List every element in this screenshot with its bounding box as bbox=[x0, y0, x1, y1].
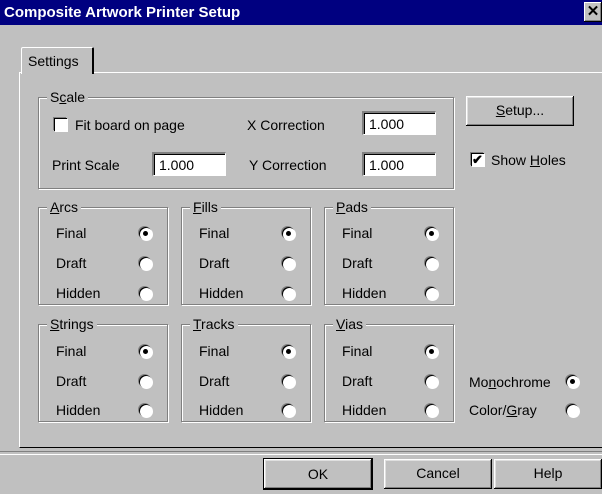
show-holes-label: Show Holes bbox=[491, 152, 566, 168]
arcs-draft-label: Draft bbox=[56, 255, 87, 271]
show-holes-checkbox[interactable]: ✔ bbox=[471, 153, 484, 166]
pads-draft-label: Draft bbox=[342, 255, 373, 271]
vias-draft-label: Draft bbox=[342, 373, 373, 389]
pads-final-radio[interactable] bbox=[425, 227, 438, 240]
fills-hidden-label: Hidden bbox=[199, 285, 244, 301]
tab-settings-label: Settings bbox=[28, 53, 79, 69]
vias-draft-radio[interactable] bbox=[425, 375, 438, 388]
ok-button[interactable]: OK bbox=[263, 458, 373, 490]
arcs-final-radio[interactable] bbox=[139, 227, 152, 240]
tracks-draft-label: Draft bbox=[199, 373, 230, 389]
monochrome-radio[interactable] bbox=[566, 375, 579, 388]
colorgray-label: Color/Gray bbox=[469, 402, 537, 418]
title-bar[interactable]: Composite Artwork Printer Setup ✕ bbox=[0, 0, 602, 25]
help-button[interactable]: Help bbox=[494, 459, 602, 489]
x-correction-label: X Correction bbox=[247, 117, 325, 133]
arcs-hidden-label: Hidden bbox=[56, 285, 101, 301]
pads-hidden-label: Hidden bbox=[342, 285, 387, 301]
colorgray-radio[interactable] bbox=[566, 404, 579, 417]
print-scale-label: Print Scale bbox=[52, 157, 120, 173]
scale-legend: Scale bbox=[47, 89, 89, 105]
tracks-hidden-label: Hidden bbox=[199, 402, 244, 418]
vias-final-radio[interactable] bbox=[425, 345, 438, 358]
strings-hidden-radio[interactable] bbox=[139, 404, 152, 417]
window-title: Composite Artwork Printer Setup bbox=[4, 4, 241, 21]
fills-final-label: Final bbox=[199, 225, 230, 241]
footer-separator bbox=[0, 451, 602, 455]
tracks-hidden-radio[interactable] bbox=[282, 404, 295, 417]
arcs-draft-radio[interactable] bbox=[139, 257, 152, 270]
fills-draft-radio[interactable] bbox=[282, 257, 295, 270]
monochrome-label: Monochrome bbox=[469, 374, 551, 390]
strings-draft-radio[interactable] bbox=[139, 375, 152, 388]
close-icon: ✕ bbox=[586, 3, 600, 20]
strings-final-radio[interactable] bbox=[139, 345, 152, 358]
vias-hidden-label: Hidden bbox=[342, 402, 387, 418]
tracks-final-label: Final bbox=[199, 343, 230, 359]
strings-hidden-label: Hidden bbox=[56, 402, 101, 418]
fills-final-radio[interactable] bbox=[282, 227, 295, 240]
fills-draft-label: Draft bbox=[199, 255, 230, 271]
arcs-hidden-radio[interactable] bbox=[139, 287, 152, 300]
dialog-window: Composite Artwork Printer Setup ✕ Settin… bbox=[0, 0, 602, 494]
fills-hidden-radio[interactable] bbox=[282, 287, 295, 300]
strings-draft-label: Draft bbox=[56, 373, 87, 389]
strings-final-label: Final bbox=[56, 343, 87, 359]
y-correction-input[interactable]: 1.000 bbox=[362, 152, 436, 176]
fit-board-label: Fit board on page bbox=[75, 117, 185, 133]
pads-draft-radio[interactable] bbox=[425, 257, 438, 270]
x-correction-input[interactable]: 1.000 bbox=[362, 111, 436, 135]
arcs-final-label: Final bbox=[56, 225, 87, 241]
setup-button[interactable]: Setup... bbox=[466, 96, 574, 126]
pads-final-label: Final bbox=[342, 225, 373, 241]
vias-hidden-radio[interactable] bbox=[425, 404, 438, 417]
cancel-button[interactable]: Cancel bbox=[384, 459, 492, 489]
y-correction-label: Y Correction bbox=[249, 157, 327, 173]
tracks-final-radio[interactable] bbox=[282, 345, 295, 358]
pads-hidden-radio[interactable] bbox=[425, 287, 438, 300]
vias-final-label: Final bbox=[342, 343, 373, 359]
close-button[interactable]: ✕ bbox=[584, 2, 602, 22]
print-scale-input[interactable]: 1.000 bbox=[152, 152, 226, 176]
tracks-draft-radio[interactable] bbox=[282, 375, 295, 388]
fit-board-checkbox[interactable] bbox=[54, 118, 67, 131]
tab-settings[interactable]: Settings bbox=[21, 47, 94, 74]
